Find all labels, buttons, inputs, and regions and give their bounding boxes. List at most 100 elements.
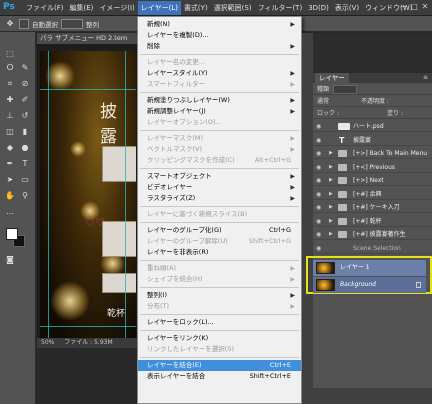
layer-menu-item[interactable]: 整列(I) ▶ — [138, 290, 301, 301]
layer-name: [+#] 乾杯 — [353, 217, 382, 225]
layer-menu-item[interactable]: レイヤースタイル(Y) ▶ — [138, 68, 301, 79]
layer-menu-item[interactable]: レイヤーを結合(E) Ctrl+E — [138, 360, 301, 371]
layer-menu-item[interactable]: レイヤーをロック(L)... — [138, 317, 301, 328]
zoom-tool-icon[interactable]: ⚲ — [18, 190, 32, 202]
layer-menu-item: レイヤーに基づく新規スライス(B) — [138, 209, 301, 220]
quick-select-icon[interactable]: ✎ — [18, 62, 32, 74]
expand-arrow-icon[interactable]: ▶ — [329, 202, 333, 213]
blur-tool-icon[interactable]: ◆ — [3, 142, 17, 154]
layer-menu-item[interactable]: ビデオレイヤー ▶ — [138, 182, 301, 193]
maximize-icon[interactable]: □ — [409, 2, 419, 12]
menu-item[interactable]: イメージ(I) — [96, 1, 137, 15]
panel-menu-icon[interactable]: ≡ — [423, 73, 428, 83]
eye-icon[interactable]: ◉ — [316, 202, 325, 213]
menu-item[interactable]: ファイル(F) — [23, 1, 67, 15]
menu-item[interactable]: 書式(Y) — [181, 1, 211, 15]
eye-icon[interactable]: ◉ — [316, 216, 325, 227]
expand-arrow-icon[interactable]: ▶ — [329, 162, 333, 173]
layer-menu-item[interactable]: ラスタライズ(Z) ▶ — [138, 193, 301, 204]
layer-menu-item[interactable]: 削除 ▶ — [138, 41, 301, 52]
kind-filter-select[interactable] — [333, 85, 357, 94]
tab-layers[interactable]: レイヤー — [315, 73, 349, 83]
auto-select-dropdown[interactable] — [61, 18, 83, 29]
layer-row[interactable]: ◉ ▶ [+<] Previous — [313, 162, 432, 173]
eye-icon[interactable]: ◉ — [316, 229, 325, 240]
lasso-tool-icon[interactable]: ⵔ — [3, 62, 17, 74]
layer-menu-item: スマートフィルター ▶ — [138, 79, 301, 90]
expand-arrow-icon[interactable]: ▶ — [329, 189, 333, 200]
eye-icon[interactable]: ◉ — [316, 148, 325, 159]
canvas[interactable]: 披露 ♡♡ 乾杯 — [40, 51, 136, 343]
layer-row[interactable]: ◉ ▶ [+>] Back To Main Menu — [313, 148, 432, 159]
foreground-color-swatch[interactable] — [6, 228, 18, 240]
file-size: ファイル : 5.93M — [64, 339, 113, 346]
menu-item[interactable]: 編集(E) — [67, 1, 97, 15]
layer-menu-item[interactable]: レイヤーを非表示(R) — [138, 247, 301, 258]
layer-menu-item[interactable]: 表示レイヤーを結合 Shift+Ctrl+E — [138, 371, 301, 382]
eye-icon[interactable]: ◉ — [316, 135, 325, 146]
layer-row[interactable]: ◉ ▶ [+#] 披露宴著作生 — [313, 229, 432, 240]
minimize-icon[interactable]: − — [398, 2, 408, 12]
layer-row[interactable]: ◉ Scene Selection — [313, 243, 432, 254]
submenu-arrow-icon: ▶ — [290, 173, 295, 180]
layer-row[interactable]: ◉ ▶ [+#] 余興 — [313, 189, 432, 200]
eye-icon[interactable]: ◉ — [316, 162, 325, 173]
path-select-icon[interactable]: ➤ — [3, 174, 17, 186]
quick-mask-icon[interactable]: ◙ — [3, 254, 17, 266]
auto-select-checkbox[interactable] — [19, 18, 29, 29]
eye-icon[interactable]: ◉ — [316, 243, 325, 254]
hand-tool-icon[interactable]: ✋ — [3, 190, 17, 202]
document-tab[interactable]: パラ サブメニュー HD 2.tem — [37, 33, 137, 44]
layer-row[interactable]: ◉ ▶ [+#] ケーキ入刀 — [313, 202, 432, 213]
shape-tool-icon[interactable]: ▭ — [18, 174, 32, 186]
expand-arrow-icon[interactable]: ▶ — [329, 216, 333, 227]
layer-menu-item[interactable]: 新規調整レイヤー(J) ▶ — [138, 106, 301, 117]
menu-item-label: レイヤー名の変更... — [147, 58, 206, 66]
expand-arrow-icon[interactable]: ▶ — [329, 229, 333, 240]
layer-row[interactable]: ◉ ▶ [+#] 乾杯 — [313, 216, 432, 227]
healing-brush-icon[interactable]: ✚ — [3, 94, 17, 106]
layer-row[interactable]: ◉ ▶ [+>] Next — [313, 175, 432, 186]
expand-arrow-icon[interactable]: ▶ — [329, 175, 333, 186]
menu-item-shortcut: Shift+Ctrl+E — [249, 372, 291, 380]
zoom-level[interactable]: 50% — [41, 339, 54, 346]
submenu-arrow-icon: ▶ — [290, 43, 295, 50]
crop-tool-icon[interactable]: ⌗ — [3, 78, 17, 90]
layer-row[interactable]: ◉ T 披露宴 — [313, 135, 432, 146]
type-tool-icon[interactable]: T — [18, 158, 32, 170]
layer-menu-item[interactable]: レイヤーを複製(D)... — [138, 30, 301, 41]
layer-row-background[interactable]: Background — [313, 277, 426, 293]
layer-menu-item[interactable]: 新規(N) ▶ — [138, 19, 301, 30]
menu-item-shortcut: Alt+Ctrl+G — [254, 156, 291, 164]
layer-row-selected[interactable]: レイヤー 1 — [313, 260, 426, 276]
blend-mode-select[interactable]: 通常 — [317, 96, 329, 107]
eye-icon[interactable]: ◉ — [316, 175, 325, 186]
layer-menu-item[interactable]: レイヤーをリンク(K) — [138, 333, 301, 344]
clone-stamp-icon[interactable]: ⊥ — [3, 110, 17, 122]
submenu-arrow-icon: ▶ — [290, 97, 295, 104]
menu-item[interactable]: 3D(D) — [305, 1, 332, 15]
menu-item-label: レイヤーに基づく新規スライス(B) — [147, 210, 248, 218]
gradient-icon[interactable]: ▮ — [18, 126, 32, 138]
menu-item[interactable]: 選択範囲(S) — [211, 1, 255, 15]
layer-menu-item[interactable]: 新規塗りつぶしレイヤー(W) ▶ — [138, 95, 301, 106]
dodge-tool-icon[interactable]: ● — [18, 142, 32, 154]
brush-tool-icon[interactable]: ✐ — [18, 94, 32, 106]
layer-row[interactable]: ◉ ハート.psd — [313, 121, 432, 132]
more-tools-icon[interactable]: ⋯ — [3, 208, 17, 220]
expand-arrow-icon[interactable]: ▶ — [329, 148, 333, 159]
marquee-tool-icon[interactable]: ⬚ — [3, 48, 17, 60]
eye-icon[interactable]: ◉ — [316, 121, 325, 132]
move-tool-icon[interactable]: ✥ — [4, 18, 16, 30]
layer-menu-item[interactable]: スマートオブジェクト ▶ — [138, 171, 301, 182]
eraser-icon[interactable]: ◫ — [3, 126, 17, 138]
eye-icon[interactable]: ◉ — [316, 189, 325, 200]
pen-tool-icon[interactable]: ✒ — [3, 158, 17, 170]
menu-item[interactable]: フィルター(T) — [255, 1, 306, 15]
close-icon[interactable]: ✕ — [420, 2, 430, 12]
history-brush-icon[interactable]: ↺ — [18, 110, 32, 122]
layer-menu-item[interactable]: レイヤーのグループ化(G) Ctrl+G — [138, 225, 301, 236]
menu-item[interactable]: 表示(V) — [332, 1, 362, 15]
menu-item[interactable]: レイヤー(L) — [137, 0, 181, 15]
eyedropper-icon[interactable]: ⊘ — [18, 78, 32, 90]
